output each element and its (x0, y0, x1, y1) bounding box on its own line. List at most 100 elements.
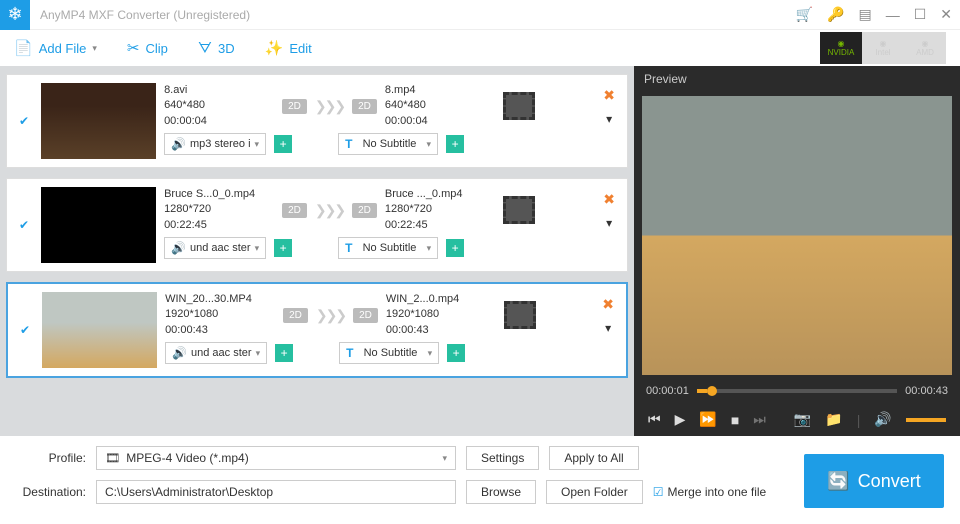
menu-icon[interactable]: ▤ (858, 6, 871, 23)
key-icon[interactable]: 🔑 (827, 6, 844, 23)
dst-resolution: 640*480 (385, 98, 495, 113)
film-icon: 🎞 (105, 451, 120, 465)
add-subtitle-button[interactable]: + (446, 239, 464, 257)
scissors-icon: ✂ (127, 39, 140, 57)
nvidia-badge: ◉NVIDIA (820, 32, 862, 64)
subtitle-value: No Subtitle (363, 138, 417, 150)
open-folder-button[interactable]: 📁 (825, 411, 842, 428)
audio-value: und aac ster (190, 242, 251, 254)
src-filename: WIN_20...30.MP4 (165, 292, 275, 307)
subtitle-dropdown[interactable]: T No Subtitle ▾ (338, 133, 438, 155)
dst-filename: 8.mp4 (385, 83, 495, 98)
chevron-down-icon: ▾ (428, 348, 433, 359)
2d-badge: 2D (352, 203, 377, 218)
2d-badge: 2D (283, 308, 308, 323)
destination-value: C:\Users\Administrator\Desktop (105, 485, 273, 499)
profile-label: Profile: (16, 451, 86, 465)
amd-badge: ◉AMD (904, 32, 946, 64)
src-filename: 8.avi (164, 83, 274, 98)
dst-resolution: 1280*720 (385, 202, 495, 217)
profile-dropdown[interactable]: 🎞 MPEG-4 Video (*.mp4) ▾ (96, 446, 456, 470)
file-row[interactable]: ✔ 8.avi 640*480 00:00:04 2D ❯❯❯ 2D 8.mp4… (6, 74, 628, 168)
remove-row-button[interactable]: ✖ (602, 296, 614, 313)
remove-row-button[interactable]: ✖ (603, 191, 615, 208)
snapshot-button[interactable]: 📷 (794, 411, 811, 428)
merge-checkbox[interactable]: ☑ Merge into one file (653, 485, 767, 499)
3d-button[interactable]: ᗊ 3D (198, 40, 235, 57)
2d-badge: 2D (282, 99, 307, 114)
volume-slider[interactable] (906, 418, 946, 422)
checkbox-icon: ☑ (653, 485, 664, 499)
play-button[interactable]: ▶ (675, 411, 686, 428)
open-folder-button[interactable]: Open Folder (546, 480, 643, 504)
codec-icon (503, 92, 535, 120)
row-menu-button[interactable]: ▾ (606, 216, 612, 230)
toolbar: 📄 Add File ▾ ✂ Clip ᗊ 3D ✨ Edit ◉NVIDIA … (0, 30, 960, 66)
video-thumbnail (41, 83, 156, 159)
chevron-down-icon: ▾ (256, 348, 261, 359)
chevron-down-icon: ▾ (255, 139, 260, 150)
settings-button[interactable]: Settings (466, 446, 539, 470)
add-subtitle-button[interactable]: + (446, 135, 464, 153)
close-icon[interactable]: ✕ (940, 6, 952, 23)
file-row[interactable]: ✔ WIN_20...30.MP4 1920*1080 00:00:43 2D … (6, 282, 628, 378)
src-resolution: 1280*720 (164, 202, 274, 217)
arrow-icon: ❯❯❯ (315, 202, 344, 219)
add-file-button[interactable]: 📄 Add File ▾ (14, 39, 97, 57)
row-checkbox[interactable]: ✔ (15, 83, 33, 159)
minimize-icon[interactable]: — (886, 7, 900, 23)
fast-forward-button[interactable]: ⏩ (699, 411, 716, 428)
add-file-label: Add File (39, 41, 87, 56)
convert-button[interactable]: 🔄 Convert (804, 454, 944, 508)
file-row[interactable]: ✔ Bruce S...0_0.mp4 1280*720 00:22:45 2D… (6, 178, 628, 272)
subtitle-value: No Subtitle (364, 347, 418, 359)
add-subtitle-button[interactable]: + (447, 344, 465, 362)
apply-all-button[interactable]: Apply to All (549, 446, 638, 470)
remove-row-button[interactable]: ✖ (603, 87, 615, 104)
destination-input[interactable]: C:\Users\Administrator\Desktop (96, 480, 456, 504)
preview-label: Preview (634, 66, 960, 92)
2d-badge: 2D (353, 308, 378, 323)
audio-track-dropdown[interactable]: 🔊 mp3 stereo i ▾ (164, 133, 266, 155)
stop-button[interactable]: ■ (731, 412, 739, 428)
audio-track-dropdown[interactable]: 🔊 und aac ster ▾ (164, 237, 266, 259)
dst-duration: 00:00:43 (386, 323, 496, 338)
subtitle-dropdown[interactable]: T No Subtitle ▾ (338, 237, 438, 259)
clip-button[interactable]: ✂ Clip (127, 39, 168, 57)
subtitle-icon: T (345, 137, 352, 151)
add-audio-button[interactable]: + (275, 344, 293, 362)
window-title: AnyMP4 MXF Converter (Unregistered) (40, 8, 796, 22)
browse-button[interactable]: Browse (466, 480, 536, 504)
timeline-seekbar[interactable] (697, 389, 897, 393)
dst-filename: Bruce ..._0.mp4 (385, 187, 495, 202)
subtitle-dropdown[interactable]: T No Subtitle ▾ (339, 342, 439, 364)
chevron-down-icon: ▾ (92, 43, 97, 54)
subtitle-icon: T (345, 241, 352, 255)
maximize-icon[interactable]: ☐ (914, 6, 927, 23)
cart-icon[interactable]: 🛒 (796, 6, 813, 23)
chevron-down-icon: ▾ (427, 139, 432, 150)
prev-button[interactable]: ⏮ (648, 411, 661, 428)
chevron-down-icon: ▾ (427, 243, 432, 254)
src-resolution: 640*480 (164, 98, 274, 113)
src-duration: 00:00:43 (165, 323, 275, 338)
row-menu-button[interactable]: ▾ (606, 112, 612, 126)
merge-label: Merge into one file (667, 485, 766, 499)
codec-icon (503, 196, 535, 224)
edit-button[interactable]: ✨ Edit (265, 39, 312, 57)
destination-label: Destination: (16, 485, 86, 499)
add-audio-button[interactable]: + (274, 135, 292, 153)
row-checkbox[interactable]: ✔ (16, 292, 34, 368)
dst-duration: 00:00:04 (385, 114, 495, 129)
next-button[interactable]: ⏭ (753, 411, 766, 428)
preview-video[interactable] (642, 96, 952, 375)
audio-track-dropdown[interactable]: 🔊 und aac ster ▾ (165, 342, 267, 364)
edit-label: Edit (289, 41, 311, 56)
src-filename: Bruce S...0_0.mp4 (164, 187, 274, 202)
row-checkbox[interactable]: ✔ (15, 187, 33, 263)
add-audio-button[interactable]: + (274, 239, 292, 257)
row-menu-button[interactable]: ▾ (605, 321, 611, 335)
bottom-bar: Profile: 🎞 MPEG-4 Video (*.mp4) ▾ Settin… (0, 436, 960, 514)
convert-label: Convert (858, 471, 921, 492)
volume-icon[interactable]: 🔊 (874, 411, 891, 428)
